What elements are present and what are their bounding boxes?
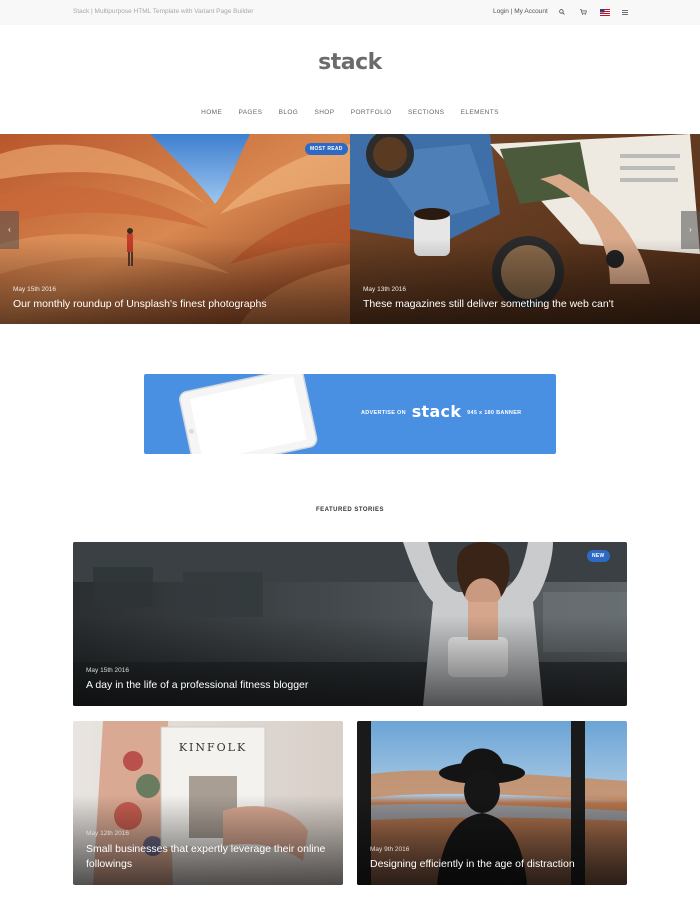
featured-story-card[interactable]: May 9th 2016 Designing efficiently in th… xyxy=(357,721,627,885)
nav-item-elements[interactable]: ELEMENTS xyxy=(461,109,499,116)
separator: | xyxy=(510,8,513,15)
canyon-image xyxy=(0,134,350,324)
site-tagline: Stack | Multipurpose HTML Template with … xyxy=(73,8,254,15)
featured-stories-heading: FEATURED STORIES xyxy=(315,507,385,513)
banner-text: ADVERTISE ON stack 945 x 180 BANNER xyxy=(361,402,521,421)
banner-brand: stack xyxy=(411,402,462,421)
post-title[interactable]: Our monthly roundup of Unsplash's finest… xyxy=(13,298,267,310)
site-logo[interactable]: stack xyxy=(0,50,700,75)
menu-icon[interactable] xyxy=(622,10,628,15)
post-date: May 13th 2016 xyxy=(363,286,407,293)
search-icon[interactable] xyxy=(559,9,565,15)
post-date: May 12th 2016 xyxy=(86,830,130,837)
cart-icon[interactable] xyxy=(580,9,587,15)
banner-prefix: ADVERTISE ON xyxy=(361,410,406,416)
nav-item-pages[interactable]: PAGES xyxy=(238,109,262,116)
banner-size: 945 x 180 BANNER xyxy=(467,410,522,416)
post-title[interactable]: A day in the life of a professional fitn… xyxy=(86,678,308,693)
hero-slider: MOST READ May 15th 2016 Our monthly roun… xyxy=(0,134,700,324)
ad-banner[interactable]: ADVERTISE ON stack 945 x 180 BANNER xyxy=(144,374,556,454)
nav-item-blog[interactable]: BLOG xyxy=(279,109,299,116)
post-date: May 15th 2016 xyxy=(86,667,130,674)
post-date: May 15th 2016 xyxy=(13,286,57,293)
flag-icon[interactable] xyxy=(600,9,610,16)
my-account-link[interactable]: My Account xyxy=(514,8,548,15)
post-title[interactable]: Designing efficiently in the age of dist… xyxy=(370,857,575,872)
login-link[interactable]: Login xyxy=(493,8,509,15)
coffee-table-image xyxy=(350,134,700,324)
hero-card[interactable]: May 13th 2016 These magazines still deli… xyxy=(350,134,700,324)
most-read-badge: MOST READ xyxy=(305,143,348,155)
post-title[interactable]: These magazines still deliver something … xyxy=(363,298,614,310)
nav-item-shop[interactable]: SHOP xyxy=(314,109,334,116)
new-badge: NEW xyxy=(587,550,610,562)
featured-story-main[interactable]: NEW May 15th 2016 A day in the life of a… xyxy=(73,542,627,706)
hero-card[interactable]: MOST READ May 15th 2016 Our monthly roun… xyxy=(0,134,350,324)
slider-next-arrow[interactable]: › xyxy=(681,211,700,249)
main-nav: HOME PAGES BLOG SHOP PORTFOLIO SECTIONS … xyxy=(0,109,700,116)
top-bar: Stack | Multipurpose HTML Template with … xyxy=(0,0,700,25)
nav-item-portfolio[interactable]: PORTFOLIO xyxy=(351,109,392,116)
post-date: May 9th 2016 xyxy=(370,846,410,853)
post-title[interactable]: Small businesses that expertly leverage … xyxy=(86,842,326,872)
featured-story-card[interactable]: KINFOLK May 12th 2016 Small businesses t… xyxy=(73,721,343,885)
account-links: Login | My Account xyxy=(493,8,548,15)
nav-item-sections[interactable]: SECTIONS xyxy=(408,109,444,116)
nav-item-home[interactable]: HOME xyxy=(201,109,222,116)
slider-prev-arrow[interactable]: ‹ xyxy=(0,211,19,249)
